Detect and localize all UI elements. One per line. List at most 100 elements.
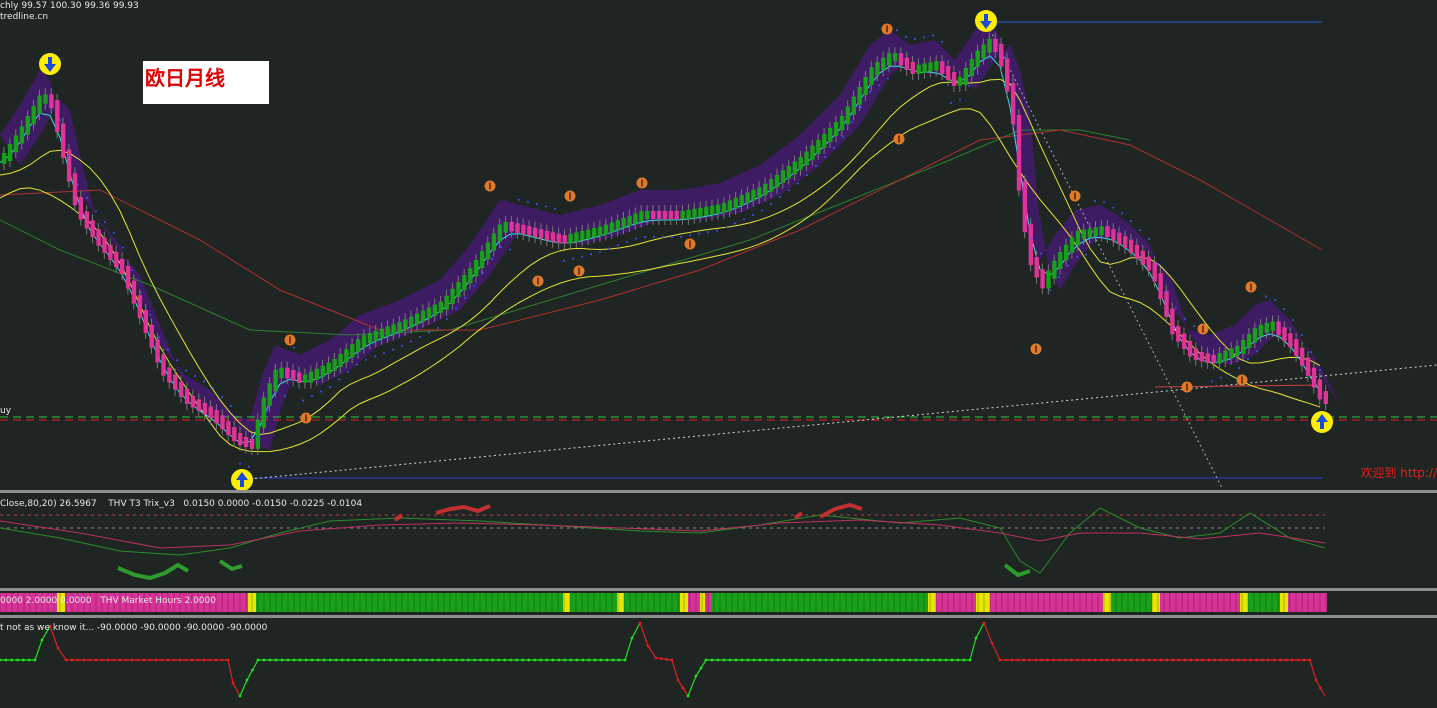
candle-bull xyxy=(957,76,963,86)
sar-dot xyxy=(1103,201,1105,204)
candle-bear xyxy=(249,438,255,449)
osc-up-line-dot xyxy=(413,658,416,662)
osc-up-line-dot xyxy=(968,658,972,662)
trix-histogram-red xyxy=(393,513,404,522)
candle-bull xyxy=(491,233,497,251)
candle-bear xyxy=(1164,290,1169,317)
oscillator-pane[interactable]: t not as we know it... -90.0000 -90.0000… xyxy=(0,618,1437,708)
osc-up-line-dot xyxy=(358,658,362,662)
candle-bull xyxy=(397,322,402,333)
osc-up-line-dot xyxy=(479,658,483,662)
alert-marker-glyph xyxy=(569,192,571,200)
osc-down-line-dot xyxy=(1213,658,1217,662)
sar-dot xyxy=(221,396,223,398)
candle-bear xyxy=(202,402,207,415)
osc-up-line-dot xyxy=(794,658,798,662)
trix-pane[interactable]: Close,80,20) 26.5967 THV T3 Trix_v3 0.01… xyxy=(0,493,1437,588)
welcome-link[interactable]: 欢迎到 http:// xyxy=(1360,464,1437,481)
osc-up-line-dot xyxy=(728,658,732,662)
sar-dot xyxy=(653,236,655,238)
candle-bear xyxy=(556,233,561,244)
market-hours-pane[interactable]: 0000 2.0000 0.0000 THV Market Hours 2.00… xyxy=(0,591,1437,615)
sar-dot xyxy=(1175,306,1177,309)
osc-up-line-dot xyxy=(0,658,2,662)
osc-down-line-dot xyxy=(172,658,176,662)
osc-down-line-dot xyxy=(1266,658,1270,662)
candle-bull xyxy=(485,242,491,260)
sar-dot xyxy=(185,369,187,372)
candle-bear xyxy=(238,433,243,445)
osc-up-line-dot xyxy=(21,658,25,662)
osc-up-line-dot xyxy=(449,658,452,662)
candle-bear xyxy=(651,211,656,219)
sar-dot xyxy=(788,189,790,192)
candle-bear xyxy=(131,280,137,304)
candle-bear xyxy=(1016,115,1022,191)
osc-up-line-dot xyxy=(878,658,882,662)
sar-dot xyxy=(257,436,259,438)
osc-up-line-dot xyxy=(764,658,768,662)
candle-bull xyxy=(704,206,709,216)
alert-marker-glyph xyxy=(305,414,307,422)
candle-bear xyxy=(184,388,190,404)
osc-up-line-dot xyxy=(950,658,954,662)
sar-dot xyxy=(428,331,430,334)
sar-dot xyxy=(698,232,700,235)
sar-dot xyxy=(1247,358,1249,360)
osc-up-line-dot xyxy=(551,658,555,662)
osc-down-line-dot xyxy=(220,658,224,662)
candle-bull xyxy=(739,195,744,206)
candle-bull xyxy=(892,53,898,62)
sar-dot xyxy=(923,36,925,39)
sar-dot xyxy=(1265,295,1267,298)
osc-up-line-dot xyxy=(521,658,525,662)
osc-up-line-dot xyxy=(16,658,19,662)
osc-down-line-dot xyxy=(1022,658,1026,662)
osc-up-line-dot xyxy=(902,658,906,662)
osc-down-line-dot xyxy=(1010,658,1014,662)
sar-dot xyxy=(608,247,610,250)
candle-bear xyxy=(243,436,249,447)
sar-dot xyxy=(554,207,556,210)
sar-dot xyxy=(419,336,421,338)
sar-dot xyxy=(140,291,142,294)
candle-bear xyxy=(1105,226,1110,238)
osc-up-line-dot xyxy=(770,658,774,662)
candle-bear xyxy=(1176,326,1181,342)
candle-bull xyxy=(420,310,426,322)
candle-bear xyxy=(1010,83,1016,125)
candle-bull xyxy=(432,304,438,316)
osc-up-line-dot xyxy=(497,658,501,662)
candle-bear xyxy=(125,265,131,289)
sar-dot xyxy=(1283,308,1285,310)
sar-dot xyxy=(1130,220,1132,222)
osc-up-line-dot xyxy=(884,658,888,662)
osc-up-line-dot xyxy=(722,658,726,662)
candle-bear xyxy=(1117,232,1122,245)
candle-bear xyxy=(1146,256,1151,271)
osc-down-line-dot xyxy=(190,658,194,662)
candle-bull xyxy=(987,38,992,53)
osc-up-line-dot xyxy=(962,658,966,662)
candle-bear xyxy=(114,251,119,267)
market-hours-band xyxy=(1248,593,1280,612)
osc-up-line-dot xyxy=(310,658,314,662)
osc-up-line-dot xyxy=(758,658,762,662)
osc-up-line-dot xyxy=(443,658,446,662)
osc-up-line-dot xyxy=(800,658,804,662)
main-chart-pane[interactable]: chly 99.57 100.30 99.36 99.93 tredline.c… xyxy=(0,0,1437,490)
candle-bear xyxy=(196,399,202,412)
candle-bull xyxy=(1046,270,1051,289)
osc-down-line-dot xyxy=(1278,658,1282,662)
osc-down-line-dot xyxy=(681,686,685,690)
sar-dot xyxy=(1157,263,1159,265)
osc-down-line-dot xyxy=(1016,658,1020,662)
sar-dot xyxy=(725,226,727,229)
sar-dot xyxy=(878,84,880,87)
candle-bull xyxy=(833,122,839,137)
sar-dot xyxy=(1049,289,1051,292)
candle-bull xyxy=(780,170,786,183)
sar-dot xyxy=(815,165,817,167)
candle-bear xyxy=(102,237,107,253)
sar-dot xyxy=(959,98,961,101)
